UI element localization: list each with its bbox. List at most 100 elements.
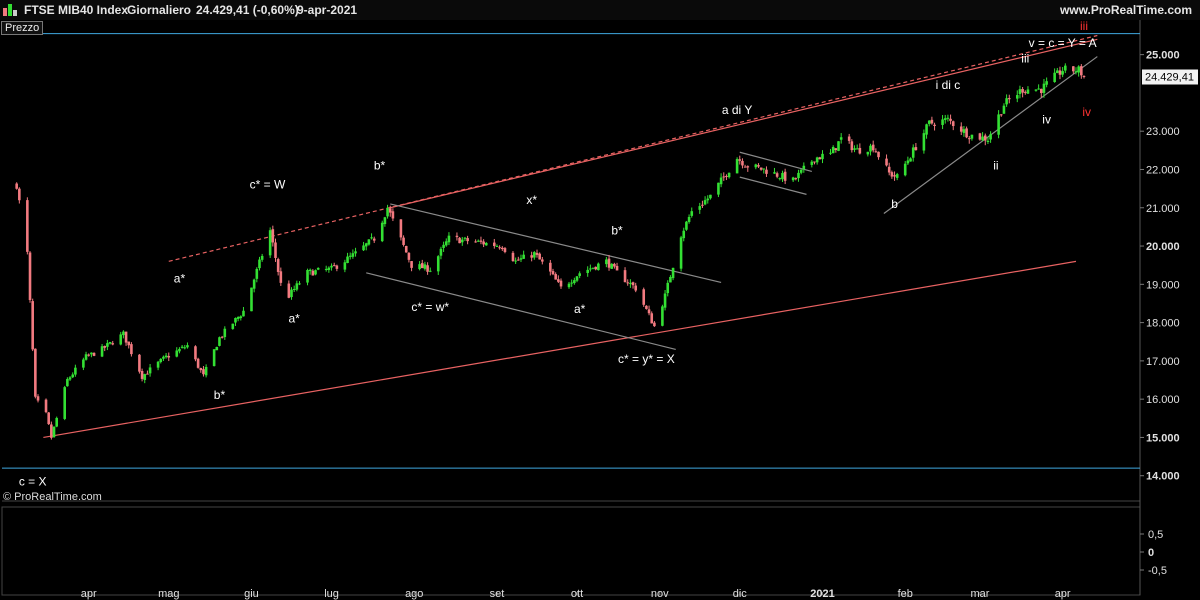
candle — [978, 132, 982, 141]
candle-body — [484, 242, 488, 246]
candle-body — [407, 252, 411, 260]
candle-body — [970, 134, 974, 139]
candle-body — [15, 183, 18, 189]
candle-body — [1021, 89, 1024, 93]
wave-label: c = X — [19, 474, 47, 488]
x-tick-label: giu — [244, 588, 259, 600]
candle-body — [364, 243, 368, 247]
candle-body — [578, 273, 581, 276]
candle-body — [106, 343, 109, 347]
candle-body — [869, 145, 872, 152]
candle-body — [287, 283, 291, 298]
candle — [196, 357, 200, 369]
x-tick-label: mar — [970, 588, 989, 600]
y-tick-label: 18.000 — [1146, 318, 1180, 330]
candle-body — [1080, 66, 1083, 76]
candle-body — [1045, 81, 1048, 85]
price-chart[interactable]: a* b* c* = W a* b* c* = w* x* a* b* c* = y* = X a … — [0, 20, 1200, 600]
candle-body — [557, 279, 560, 282]
candle-body — [100, 346, 104, 357]
candle-body — [871, 144, 875, 151]
candle-body — [204, 366, 208, 376]
candle-body — [709, 194, 712, 199]
y-tick-label: 21.000 — [1146, 203, 1180, 215]
candle — [47, 411, 50, 426]
candle-body — [930, 119, 934, 124]
candle-body — [1042, 83, 1046, 93]
candle-body — [610, 263, 614, 269]
candle-body — [541, 259, 544, 262]
candle-body — [367, 239, 371, 245]
candle-body — [829, 152, 832, 154]
candle-body — [613, 263, 616, 267]
candle-body — [725, 175, 728, 177]
candle-body — [196, 358, 200, 368]
candle-body — [108, 341, 112, 344]
x-tick-label: lug — [324, 588, 339, 600]
candle — [63, 385, 67, 421]
candle-body — [797, 172, 800, 179]
candle-body — [498, 247, 501, 249]
candle-body — [103, 346, 107, 348]
candle-body — [1053, 72, 1056, 83]
candle-body — [671, 267, 675, 279]
price-panel-label: Prezzo — [1, 21, 44, 35]
candle — [28, 251, 32, 303]
candle — [215, 346, 219, 351]
candle-body — [178, 348, 181, 352]
candle-body — [295, 283, 299, 290]
candle-body — [607, 258, 611, 268]
candle-body — [1072, 66, 1075, 72]
wave-label: b — [891, 197, 898, 211]
wave-label: v = c = Y = A — [1029, 36, 1097, 50]
candle-body — [959, 126, 963, 132]
candle-body — [575, 276, 579, 281]
candle-body — [781, 173, 784, 180]
candle-body — [404, 245, 408, 253]
candle-body — [332, 265, 336, 267]
last-price-text: 24.429,41 — [1145, 71, 1194, 83]
wave-label: b* — [611, 224, 623, 238]
candle-body — [989, 134, 992, 140]
y-tick-label: 14.000 — [1146, 471, 1180, 483]
candle-body — [738, 159, 742, 161]
candle-body — [47, 412, 50, 425]
wave-label: iii — [1021, 51, 1029, 65]
candle-body — [87, 354, 91, 356]
candle-body — [34, 348, 37, 397]
wave-label: c* = W — [250, 178, 286, 192]
candle-body — [250, 287, 253, 312]
candle-body — [503, 248, 507, 253]
candle-body — [92, 352, 96, 356]
candle-body — [986, 140, 990, 143]
candle-body — [773, 172, 776, 174]
candle-body — [679, 237, 683, 269]
candle-body — [661, 306, 664, 326]
candle-body — [834, 148, 838, 150]
candle-body — [290, 289, 293, 298]
candle-body — [258, 259, 261, 269]
candle-body — [223, 328, 227, 338]
candle-body — [346, 256, 349, 264]
candle-body — [623, 270, 627, 283]
candle-body — [703, 200, 707, 205]
candle-body — [981, 136, 984, 141]
candle-body — [586, 269, 589, 273]
candle-body — [447, 235, 451, 243]
candle-body — [669, 276, 672, 283]
candle-body — [813, 161, 816, 163]
candle-body — [212, 349, 216, 367]
candle-body — [460, 239, 464, 243]
candle-body — [941, 119, 944, 125]
candle-body — [82, 359, 85, 368]
candle-body — [119, 334, 123, 345]
candle-body — [895, 174, 899, 178]
candle-body — [634, 285, 638, 291]
website-link[interactable]: www.ProRealTime.com — [1060, 3, 1192, 17]
candle-body — [1026, 89, 1030, 94]
candle-body — [298, 283, 301, 285]
candle-body — [839, 137, 843, 140]
candle-body — [330, 265, 333, 268]
candle-body — [522, 254, 525, 259]
candle-body — [327, 267, 331, 270]
